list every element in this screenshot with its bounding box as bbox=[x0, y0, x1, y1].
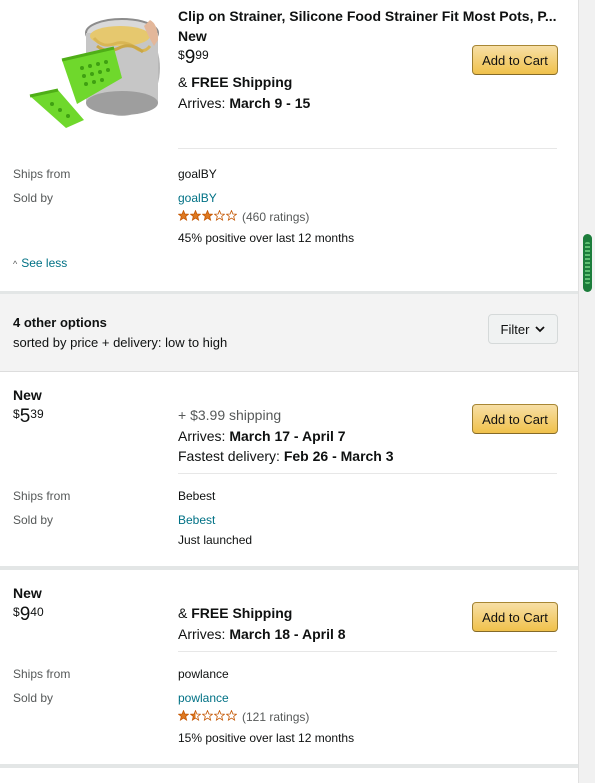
star-icon bbox=[202, 210, 213, 221]
seller-rating[interactable]: (121 ratings) bbox=[178, 710, 309, 724]
product-title[interactable]: Clip on Strainer, Silicone Food Strainer… bbox=[178, 8, 557, 24]
arrives-label: Arrives: bbox=[178, 428, 230, 444]
divider bbox=[178, 651, 557, 652]
positive-feedback: 45% positive over last 12 months bbox=[178, 231, 355, 245]
offer-condition: New bbox=[13, 387, 42, 403]
arrives-date: March 18 - April 8 bbox=[229, 626, 346, 642]
ratings-count: (121 ratings) bbox=[242, 710, 310, 724]
see-less-link[interactable]: ^ See less bbox=[13, 256, 67, 270]
star-icon bbox=[178, 710, 189, 721]
product-image bbox=[22, 8, 160, 138]
ships-from-value: goalBY bbox=[178, 167, 217, 181]
chevron-down-icon bbox=[535, 326, 546, 333]
ratings-count: (460 ratings) bbox=[242, 210, 310, 224]
offers-content: Clip on Strainer, Silicone Food Strainer… bbox=[0, 0, 578, 783]
see-less-label: See less bbox=[21, 256, 68, 270]
offer-condition: New bbox=[13, 585, 42, 601]
section-separator bbox=[0, 566, 578, 570]
options-count: 4 other options bbox=[13, 315, 107, 330]
offer-shipping: & FREE Shipping bbox=[178, 605, 292, 621]
star-icon bbox=[202, 710, 213, 721]
offer-price: $ 5 39 bbox=[13, 406, 44, 428]
ships-from-value: powlance bbox=[178, 667, 229, 681]
arrives-date: March 9 - 15 bbox=[229, 95, 311, 111]
shipping-prefix: & bbox=[178, 605, 192, 621]
seller-link[interactable]: goalBY bbox=[178, 191, 217, 205]
price-fraction: 40 bbox=[30, 605, 44, 619]
filter-button[interactable]: Filter bbox=[488, 314, 558, 344]
add-to-cart-button[interactable]: Add to Cart bbox=[472, 404, 558, 434]
scrollbar-thumb[interactable] bbox=[583, 234, 592, 292]
star-icon bbox=[214, 210, 225, 221]
offer-price: $ 9 40 bbox=[13, 604, 44, 626]
chevron-up-icon: ^ bbox=[13, 259, 18, 269]
offer-shipping: + $3.99 shipping bbox=[178, 407, 282, 423]
shipping-text: FREE Shipping bbox=[191, 74, 293, 90]
main-price: $ 9 99 bbox=[178, 47, 209, 69]
sold-by-label: Sold by bbox=[13, 691, 54, 705]
add-to-cart-button[interactable]: Add to Cart bbox=[472, 602, 558, 632]
price-symbol: $ bbox=[13, 605, 20, 619]
divider bbox=[178, 473, 557, 474]
price-whole: 5 bbox=[19, 406, 31, 427]
price-fraction: 39 bbox=[30, 407, 44, 421]
offer-arrives: Arrives: March 17 - April 7 bbox=[178, 428, 346, 444]
arrives-label: Arrives: bbox=[178, 626, 230, 642]
sold-by-label: Sold by bbox=[13, 513, 54, 527]
main-condition: New bbox=[178, 28, 207, 44]
star-icon bbox=[214, 710, 225, 721]
offers-page: Clip on Strainer, Silicone Food Strainer… bbox=[0, 0, 595, 783]
star-rating-icon bbox=[178, 710, 238, 724]
seller-rating[interactable]: (460 ratings) bbox=[178, 210, 309, 224]
main-arrives: Arrives: March 9 - 15 bbox=[178, 95, 310, 111]
star-icon bbox=[190, 210, 201, 221]
arrives-label: Arrives: bbox=[178, 95, 230, 111]
fastest-label: Fastest delivery: bbox=[178, 448, 284, 464]
price-symbol: $ bbox=[178, 48, 185, 62]
positive-feedback: 15% positive over last 12 months bbox=[178, 731, 355, 745]
filter-label: Filter bbox=[500, 321, 530, 337]
star-icon bbox=[178, 210, 189, 221]
star-rating-icon bbox=[178, 210, 238, 224]
seller-link[interactable]: powlance bbox=[178, 691, 229, 705]
main-shipping: & FREE Shipping bbox=[178, 74, 292, 90]
ships-from-label: Ships from bbox=[13, 489, 71, 503]
arrives-date: March 17 - April 7 bbox=[229, 428, 346, 444]
offer-arrives: Arrives: March 18 - April 8 bbox=[178, 626, 346, 642]
price-symbol: $ bbox=[13, 407, 20, 421]
add-to-cart-button[interactable]: Add to Cart bbox=[472, 45, 558, 75]
options-header: 4 other options sorted by price + delive… bbox=[0, 294, 578, 372]
seller-note: Just launched bbox=[178, 533, 253, 547]
ships-from-value: Bebest bbox=[178, 489, 216, 503]
star-icon bbox=[226, 710, 237, 721]
page-scrollbar[interactable] bbox=[578, 0, 595, 783]
fastest-date: Feb 26 - March 3 bbox=[283, 448, 394, 464]
shipping-prefix: & bbox=[178, 74, 192, 90]
ships-from-label: Ships from bbox=[13, 667, 71, 681]
price-fraction: 99 bbox=[195, 48, 209, 62]
seller-link[interactable]: Bebest bbox=[178, 513, 215, 527]
offer-fastest: Fastest delivery: Feb 26 - March 3 bbox=[178, 448, 394, 464]
section-separator bbox=[0, 764, 578, 768]
divider bbox=[178, 148, 557, 149]
sold-by-label: Sold by bbox=[13, 191, 54, 205]
price-whole: 9 bbox=[19, 604, 31, 625]
star-icon bbox=[190, 710, 201, 721]
options-sort: sorted by price + delivery: low to high bbox=[13, 335, 228, 350]
ships-from-label: Ships from bbox=[13, 167, 71, 181]
price-whole: 9 bbox=[184, 47, 196, 68]
shipping-text: FREE Shipping bbox=[191, 605, 293, 621]
star-icon bbox=[226, 210, 237, 221]
